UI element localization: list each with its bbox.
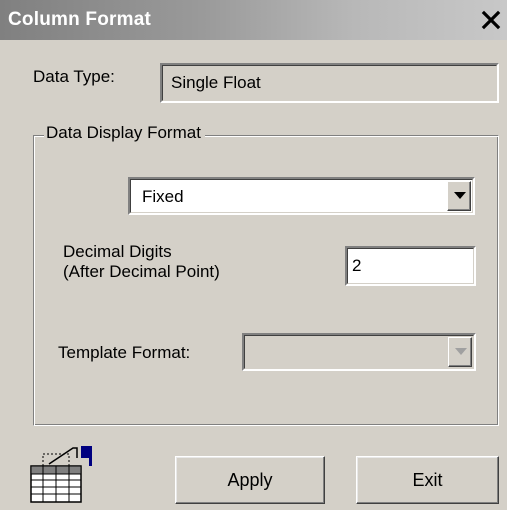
table-format-icon [29, 444, 101, 504]
chevron-down-icon [454, 192, 466, 199]
template-format-label: Template Format: [58, 343, 191, 362]
group-legend: Data Display Format [44, 123, 205, 143]
exit-button-label: Exit [412, 470, 443, 490]
data-type-label: Data Type: [33, 67, 115, 86]
format-select[interactable]: Fixed [128, 177, 475, 215]
apply-button-label: Apply [227, 470, 273, 490]
format-dropdown-button[interactable] [447, 181, 471, 211]
exit-button[interactable]: Exit [356, 456, 499, 504]
template-dropdown-button[interactable] [448, 337, 472, 367]
window-title: Column Format [8, 9, 151, 30]
decimal-digits-label: Decimal Digits [63, 242, 172, 261]
apply-button[interactable]: Apply [175, 456, 325, 504]
data-type-value: Single Float [171, 73, 261, 92]
data-type-field: Single Float [160, 63, 499, 103]
format-select-value: Fixed [142, 187, 184, 206]
template-format-select[interactable] [242, 333, 476, 371]
close-button[interactable] [480, 8, 502, 32]
decimal-digits-input[interactable]: 2 [345, 246, 476, 286]
chevron-down-icon [455, 348, 467, 355]
close-icon [481, 10, 501, 30]
decimal-digits-value: 2 [352, 256, 362, 275]
column-format-dialog: Column Format Data Type: Single Float Da… [0, 0, 507, 510]
title-bar[interactable]: Column Format [0, 0, 507, 40]
decimal-digits-sublabel: (After Decimal Point) [63, 262, 220, 281]
